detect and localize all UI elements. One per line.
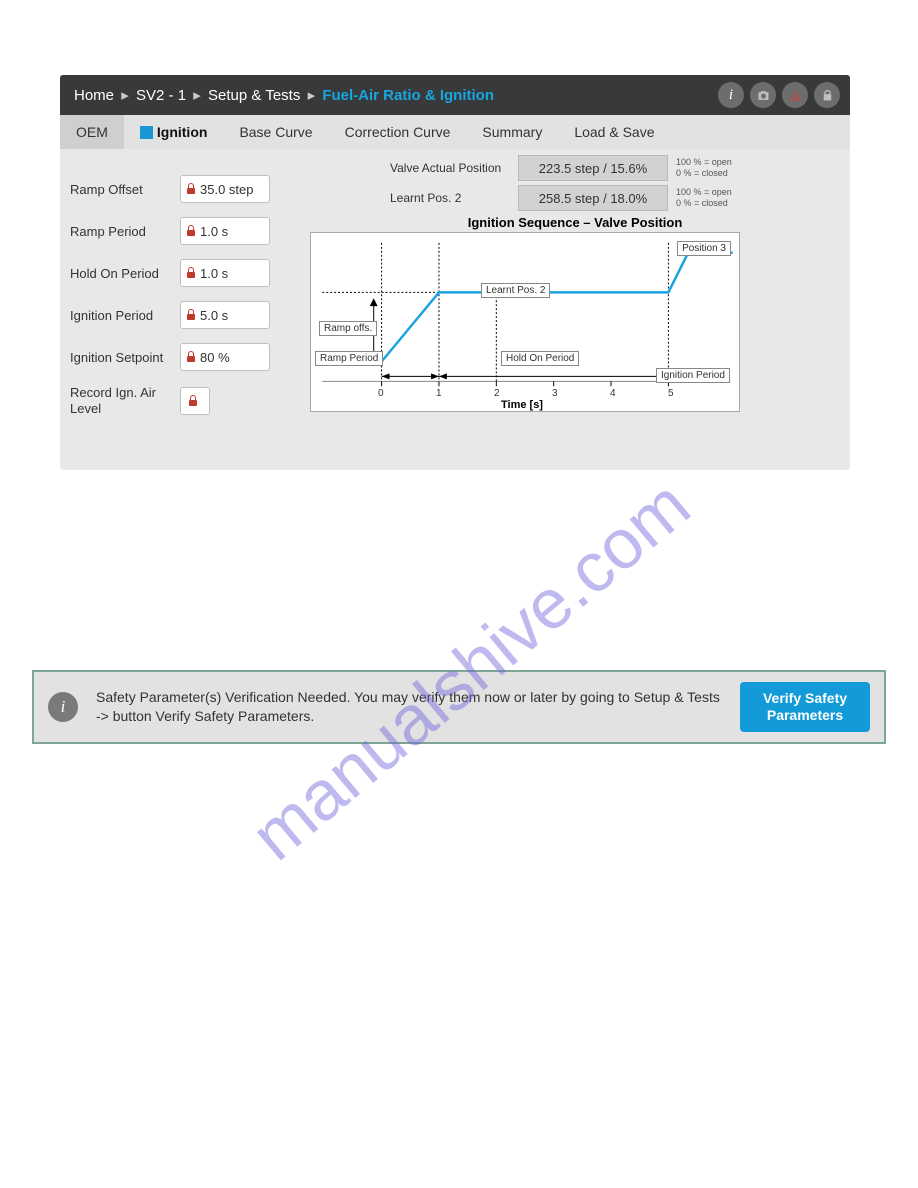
ignition-period-label: Ignition Period	[70, 308, 180, 323]
chart-label-learnt2: Learnt Pos. 2	[481, 283, 550, 298]
tab-ignition-label: Ignition	[157, 124, 208, 140]
tab-summary[interactable]: Summary	[466, 115, 558, 149]
record-air-label: Record Ign. Air Level	[70, 385, 180, 416]
status-and-chart: Valve Actual Position 223.5 step / 15.6%…	[310, 155, 840, 430]
lock-icon	[187, 310, 195, 320]
tab-oem[interactable]: OEM	[60, 115, 124, 149]
hold-on-label: Hold On Period	[70, 266, 180, 281]
ramp-period-input[interactable]: 1.0 s	[180, 217, 270, 245]
ramp-period-value: 1.0 s	[200, 224, 228, 239]
tick-2: 2	[494, 388, 500, 399]
tick-5: 5	[668, 388, 674, 399]
chart-title: Ignition Sequence – Valve Position	[310, 215, 840, 230]
lock-icon	[187, 184, 195, 194]
lock-icon	[187, 226, 195, 236]
info-icon[interactable]: i	[718, 82, 744, 108]
tab-base-curve[interactable]: Base Curve	[223, 115, 328, 149]
crumb-current: Fuel-Air Ratio & Ignition	[318, 87, 498, 104]
crumb-setup[interactable]: Setup & Tests	[204, 87, 304, 104]
tick-1: 1	[436, 388, 442, 399]
tick-0: 0	[378, 388, 384, 399]
ignition-period-value: 5.0 s	[200, 308, 228, 323]
record-air-input[interactable]	[180, 387, 210, 415]
tab-ignition[interactable]: Ignition	[124, 115, 224, 149]
active-tab-marker-icon	[140, 126, 153, 139]
safety-notice: i Safety Parameter(s) Verification Neede…	[32, 670, 886, 744]
warning-icon[interactable]	[782, 82, 808, 108]
tab-correction-curve[interactable]: Correction Curve	[329, 115, 467, 149]
legend-closed: 0 % = closed	[676, 198, 732, 209]
valve-actual-label: Valve Actual Position	[390, 161, 510, 175]
lock-icon	[187, 268, 195, 278]
crumb-sv2[interactable]: SV2 - 1	[132, 87, 190, 104]
tick-3: 3	[552, 388, 558, 399]
tick-4: 4	[610, 388, 616, 399]
valve-legend: 100 % = open 0 % = closed	[676, 157, 732, 179]
x-axis-label: Time [s]	[501, 399, 543, 411]
tab-load-save[interactable]: Load & Save	[558, 115, 670, 149]
verify-safety-button[interactable]: Verify Safety Parameters	[740, 682, 870, 732]
chart-label-ignition-period: Ignition Period	[656, 368, 730, 383]
notice-text: Safety Parameter(s) Verification Needed.…	[96, 688, 722, 726]
chevron-right-icon: ▸	[304, 86, 318, 104]
config-panel: Home ▸ SV2 - 1 ▸ Setup & Tests ▸ Fuel-Ai…	[60, 75, 850, 470]
chevron-right-icon: ▸	[190, 86, 204, 104]
chevron-right-icon: ▸	[118, 86, 132, 104]
ramp-period-label: Ramp Period	[70, 224, 180, 239]
learnt2-legend: 100 % = open 0 % = closed	[676, 187, 732, 209]
lock-icon[interactable]	[814, 82, 840, 108]
learnt2-label: Learnt Pos. 2	[390, 191, 510, 205]
ramp-offset-input[interactable]: 35.0 step	[180, 175, 270, 203]
valve-actual-value: 223.5 step / 15.6%	[518, 155, 668, 181]
ignition-setpoint-value: 80 %	[200, 350, 230, 365]
ignition-period-input[interactable]: 5.0 s	[180, 301, 270, 329]
ramp-offset-label: Ramp Offset	[70, 182, 180, 197]
hold-on-value: 1.0 s	[200, 266, 228, 281]
chart-label-ramp-offs: Ramp offs.	[319, 321, 377, 336]
chart-label-ramp-period: Ramp Period	[315, 351, 383, 366]
tab-bar: OEM Ignition Base Curve Correction Curve…	[60, 115, 850, 149]
legend-open: 100 % = open	[676, 157, 732, 168]
ramp-offset-value: 35.0 step	[200, 182, 254, 197]
breadcrumb-bar: Home ▸ SV2 - 1 ▸ Setup & Tests ▸ Fuel-Ai…	[60, 75, 850, 115]
info-icon: i	[48, 692, 78, 722]
lock-icon	[189, 396, 197, 406]
legend-open: 100 % = open	[676, 187, 732, 198]
hold-on-input[interactable]: 1.0 s	[180, 259, 270, 287]
ignition-setpoint-input[interactable]: 80 %	[180, 343, 270, 371]
ignition-setpoint-label: Ignition Setpoint	[70, 350, 180, 365]
chart-label-hold-on: Hold On Period	[501, 351, 579, 366]
crumb-home[interactable]: Home	[70, 87, 118, 104]
legend-closed: 0 % = closed	[676, 168, 732, 179]
camera-icon[interactable]	[750, 82, 776, 108]
chart-label-position3: Position 3	[677, 241, 731, 256]
ignition-sequence-chart: Position 3 Learnt Pos. 2 Ramp offs. Ramp…	[310, 232, 740, 412]
lock-icon	[187, 352, 195, 362]
parameter-column: Ramp Offset 35.0 step Ramp Period 1.0 s …	[70, 155, 300, 430]
learnt2-value: 258.5 step / 18.0%	[518, 185, 668, 211]
